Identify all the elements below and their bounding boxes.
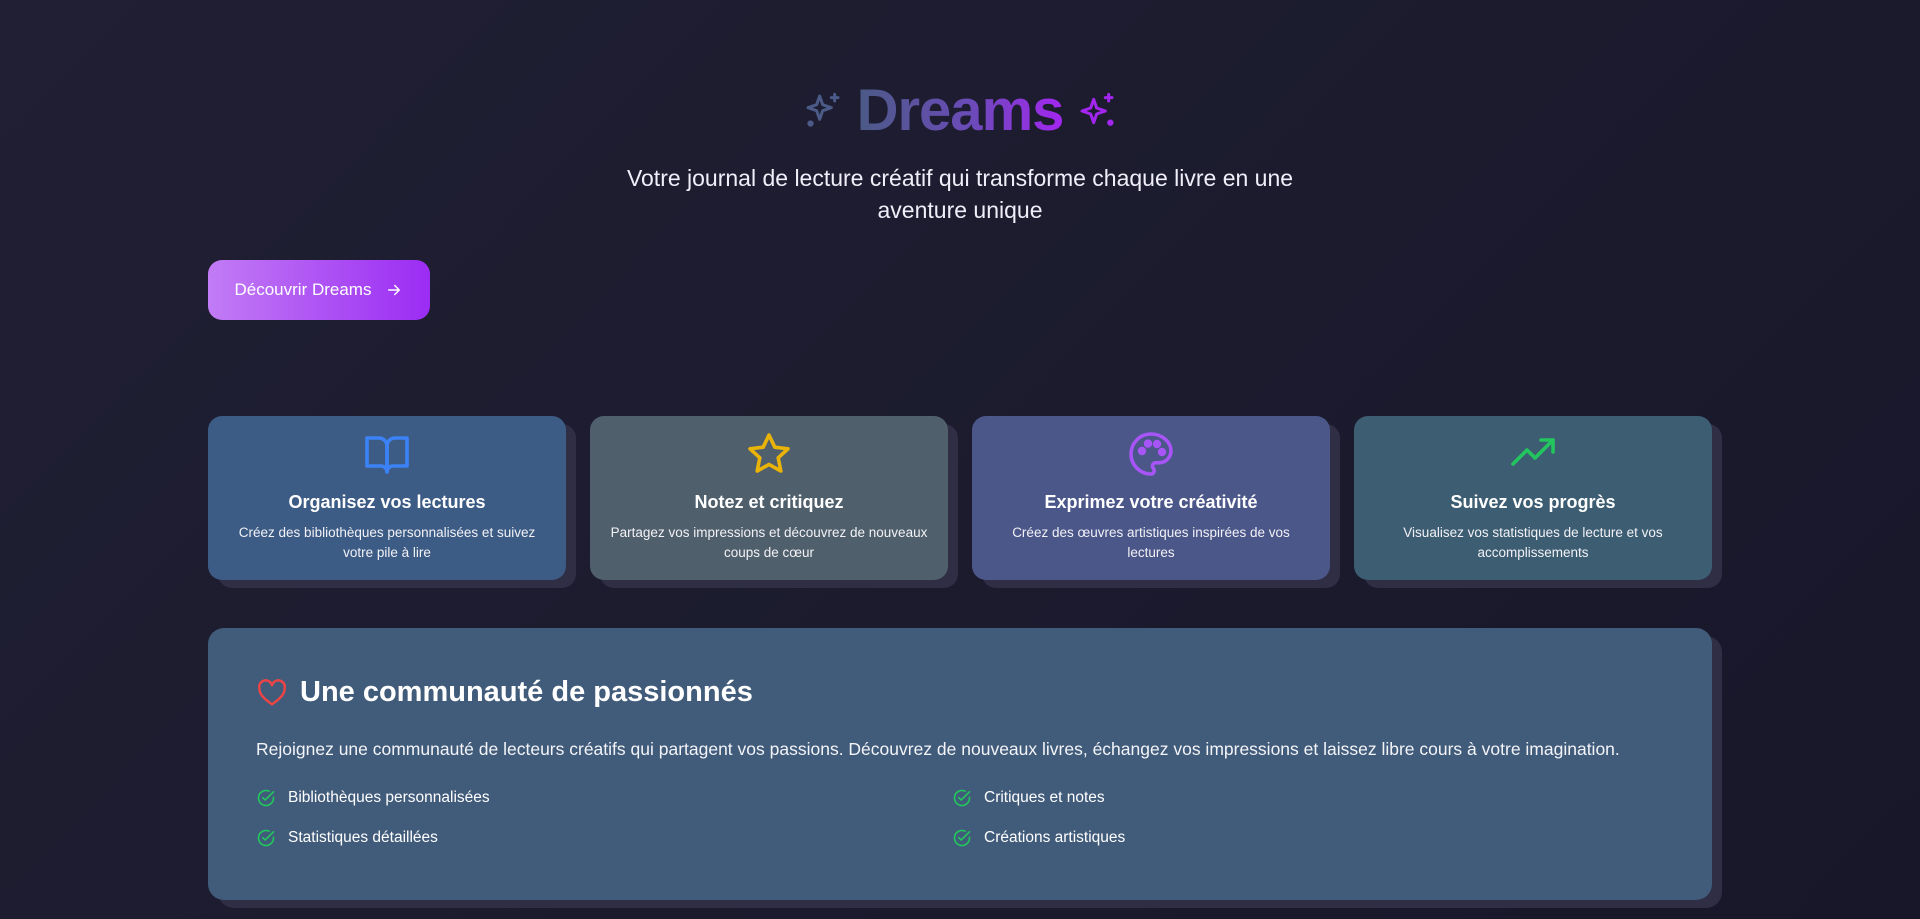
list-item-label: Bibliothèques personnalisées: [288, 789, 490, 806]
palette-icon: [1129, 432, 1173, 476]
feature-title: Exprimez votre créativité: [1044, 492, 1258, 512]
check-circle-icon: [257, 789, 275, 807]
community-description: Rejoignez une communauté de lecteurs cré…: [256, 739, 1620, 759]
trending-up-icon: [1511, 438, 1555, 466]
app-title: Dreams: [856, 78, 1065, 143]
feature-card-creativity: Exprimez votre créativité Créez des œuvr…: [972, 416, 1330, 580]
feature-title: Notez et critiquez: [694, 492, 844, 512]
community-title: Une communauté de passionnés: [300, 676, 753, 708]
feature-description: Visualisez vos statistiques de lecture e…: [1403, 525, 1663, 560]
feature-title: Suivez vos progrès: [1450, 492, 1616, 512]
feature-description: Partagez vos impressions et découvrez de…: [610, 525, 928, 560]
check-circle-icon: [257, 829, 275, 847]
sparkles-icon: [806, 92, 840, 127]
community-panel: Une communauté de passionnés Rejoignez u…: [208, 628, 1712, 900]
community-heading: Une communauté de passionnés: [256, 676, 753, 709]
feature-cards: Organisez vos lectures Créez des bibliot…: [208, 416, 1712, 581]
star-icon: [748, 433, 790, 473]
list-item: Critiques et notes: [952, 788, 1105, 808]
discover-button-label: Découvrir Dreams: [234, 280, 372, 299]
arrow-right-icon: [388, 284, 401, 296]
list-item-label: Statistiques détaillées: [288, 829, 438, 846]
list-item: Statistiques détaillées: [256, 828, 438, 848]
discover-button[interactable]: Découvrir Dreams: [208, 260, 430, 320]
feature-card-rate: Notez et critiquez Partagez vos impressi…: [590, 416, 948, 580]
heart-icon: [257, 678, 287, 706]
feature-title: Organisez vos lectures: [288, 492, 486, 512]
list-item-label: Critiques et notes: [984, 789, 1105, 806]
check-circle-icon: [953, 789, 971, 807]
feature-description: Créez des œuvres artistiques inspirées d…: [1012, 525, 1290, 560]
feature-card-progress: Suivez vos progrès Visualisez vos statis…: [1354, 416, 1712, 580]
check-circle-icon: [953, 829, 971, 847]
feature-description: Créez des bibliothèques personnalisées e…: [238, 525, 536, 560]
hero-title: Dreams: [0, 78, 1920, 144]
hero-subtitle: Votre journal de lecture créatif qui tra…: [626, 165, 1294, 223]
sparkles-icon: [1080, 92, 1114, 126]
list-item: Créations artistiques: [952, 828, 1125, 848]
book-open-icon: [365, 436, 409, 474]
feature-card-organize: Organisez vos lectures Créez des bibliot…: [208, 416, 566, 580]
list-item: Bibliothèques personnalisées: [256, 788, 490, 808]
list-item-label: Créations artistiques: [984, 829, 1126, 846]
